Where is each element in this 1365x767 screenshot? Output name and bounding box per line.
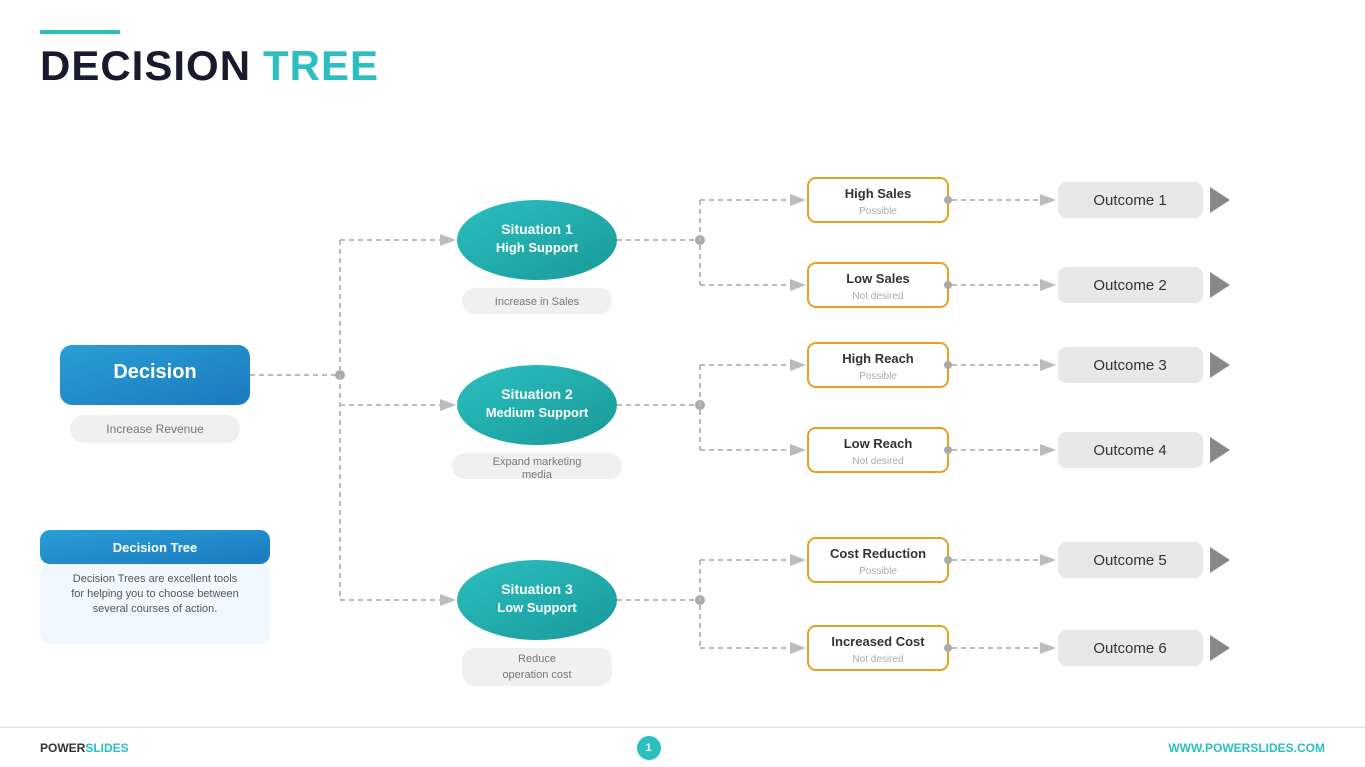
arrow-c3 (790, 359, 806, 371)
outcome6-label: Outcome 6 (1093, 640, 1166, 657)
chance6-label: Increased Cost (831, 634, 925, 649)
outcome1-arrow (1210, 187, 1230, 213)
footer-brand: POWERSLIDES (40, 741, 129, 755)
info-body-line2: for helping you to choose between (71, 588, 239, 600)
arrow-c5 (790, 554, 806, 566)
arrow-c1 (790, 194, 806, 206)
situation1-title: Situation 1 (501, 221, 573, 237)
chance3-dot (944, 361, 952, 369)
outcome1-label: Outcome 1 (1093, 192, 1166, 209)
footer-brand-part1: POWER (40, 741, 85, 755)
arrow-c6 (790, 642, 806, 654)
arrow-s3 (440, 594, 456, 606)
chance6-status: Not desired (852, 654, 903, 665)
arrow-o1 (1040, 194, 1056, 206)
arrow-s1 (440, 234, 456, 246)
chance1-status: Possible (859, 206, 897, 217)
title-tree: TREE (263, 42, 379, 90)
chance2-label: Low Sales (846, 271, 910, 286)
outcome3-label: Outcome 3 (1093, 357, 1166, 374)
arrow-c2 (790, 279, 806, 291)
outcome5-label: Outcome 5 (1093, 552, 1166, 569)
outcome3-arrow (1210, 352, 1230, 378)
decision-sublabel-text: Increase Revenue (106, 422, 204, 436)
arrow-s2 (440, 399, 456, 411)
header-accent (40, 30, 120, 34)
chance1-dot (944, 196, 952, 204)
decision-label: Decision (113, 361, 196, 383)
chance3-status: Possible (859, 371, 897, 382)
chance1-label: High Sales (845, 186, 911, 201)
page: DECISION TREE Decision Increase Revenue … (0, 0, 1365, 767)
footer-brand-part2: SLIDES (85, 741, 128, 755)
footer-page-number: 1 (637, 736, 661, 760)
chance4-label: Low Reach (844, 436, 913, 451)
outcome2-label: Outcome 2 (1093, 277, 1166, 294)
chance4-status: Not desired (852, 456, 903, 467)
arrow-o6 (1040, 642, 1056, 654)
arrow-o2 (1040, 279, 1056, 291)
outcome5-arrow (1210, 547, 1230, 573)
situation2-label-line2: media (522, 469, 553, 481)
arrow-o4 (1040, 444, 1056, 456)
chance6-dot (944, 644, 952, 652)
info-title-text: Decision Tree (113, 540, 198, 555)
chance5-label: Cost Reduction (830, 546, 926, 561)
outcome4-arrow (1210, 437, 1230, 463)
situation1-subtitle: High Support (496, 240, 579, 255)
chance5-dot (944, 556, 952, 564)
situation2-title: Situation 2 (501, 386, 573, 402)
info-body-line1: Decision Trees are excellent tools (73, 573, 238, 585)
situation3-title: Situation 3 (501, 581, 573, 597)
outcome6-arrow (1210, 635, 1230, 661)
situation3-label-line1: Reduce (518, 653, 556, 665)
situation2-label-line1: Expand marketing (493, 456, 582, 468)
footer-url: WWW.POWERSLIDES.COM (1168, 741, 1325, 755)
arrow-o5 (1040, 554, 1056, 566)
situation3-subtitle: Low Support (497, 600, 577, 615)
title-row: DECISION TREE (40, 42, 1325, 90)
info-body-line3: several courses of action. (93, 603, 218, 615)
chance5-status: Possible (859, 566, 897, 577)
outcome2-arrow (1210, 272, 1230, 298)
situation1-label: Increase in Sales (495, 296, 580, 308)
diagram-svg: Decision Increase Revenue Decision Tree … (0, 100, 1365, 730)
outcome4-label: Outcome 4 (1093, 442, 1166, 459)
chance2-status: Not desired (852, 291, 903, 302)
arrow-o3 (1040, 359, 1056, 371)
situation3-label-line2: operation cost (502, 669, 571, 681)
situation2-subtitle: Medium Support (486, 405, 589, 420)
chance2-dot (944, 281, 952, 289)
footer: POWERSLIDES 1 WWW.POWERSLIDES.COM (0, 727, 1365, 767)
chance3-label: High Reach (842, 351, 914, 366)
chance4-dot (944, 446, 952, 454)
title-decision: DECISION (40, 42, 251, 90)
arrow-c4 (790, 444, 806, 456)
